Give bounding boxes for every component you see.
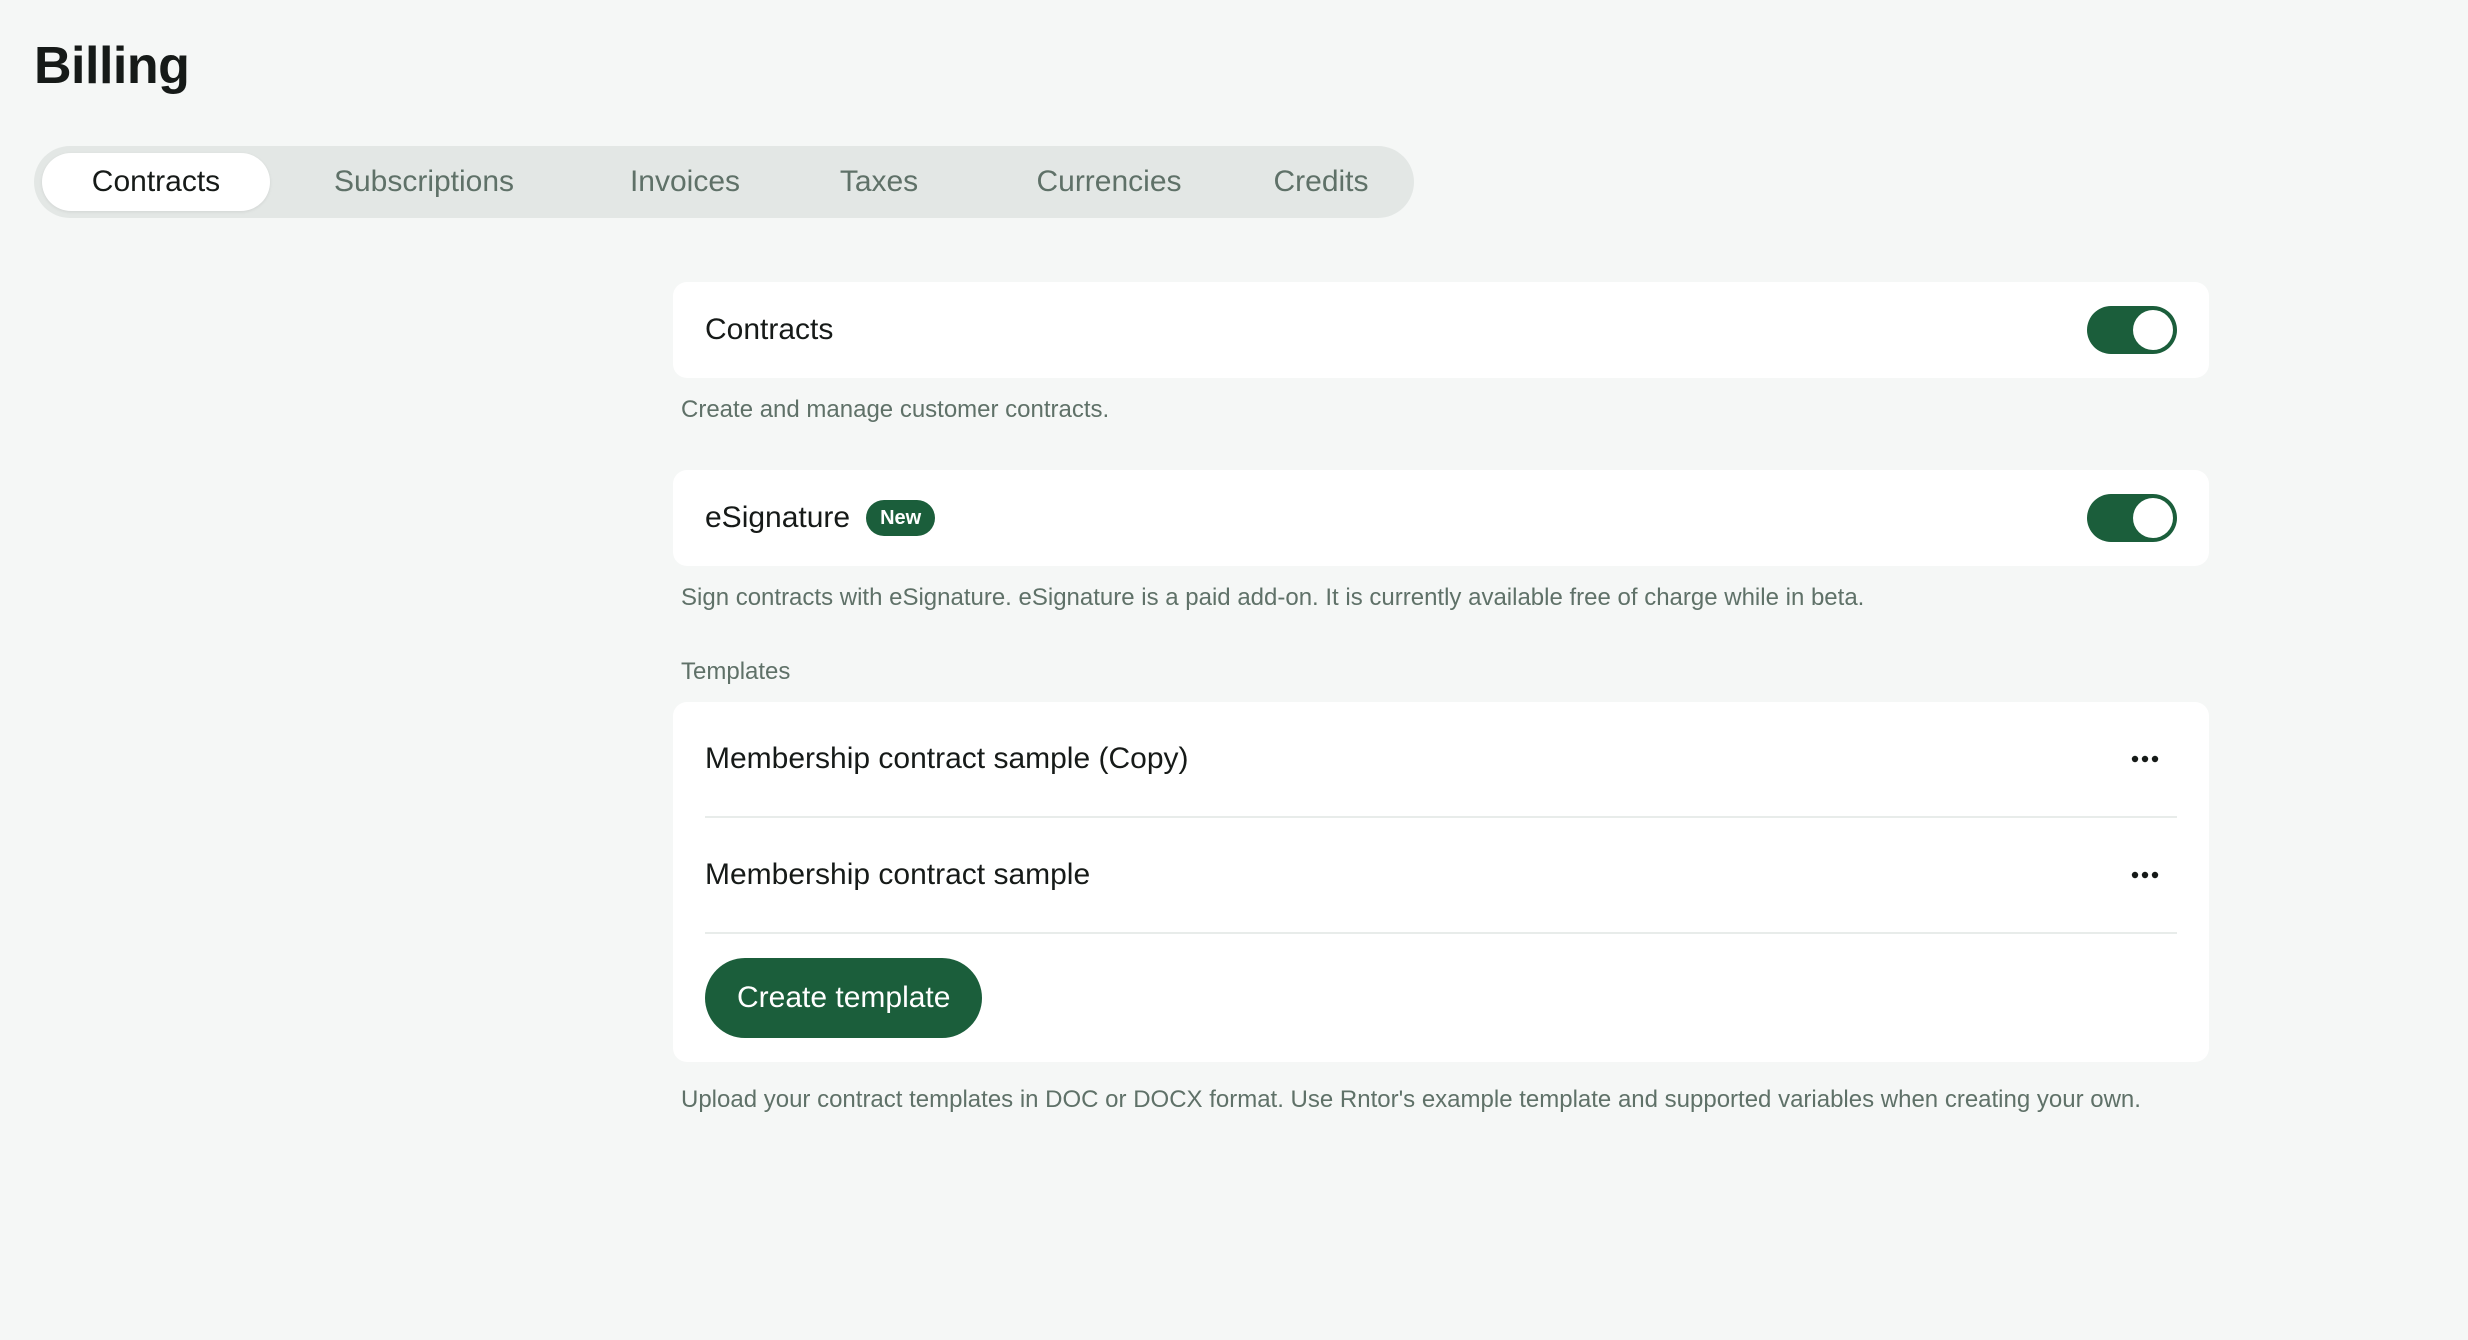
contracts-description: Create and manage customer contracts. xyxy=(681,396,1110,423)
more-horizontal-icon xyxy=(2131,871,2159,879)
toggle-knob xyxy=(2133,310,2173,350)
contracts-settings: Contracts Create and manage customer con… xyxy=(673,282,2209,1116)
more-horizontal-icon xyxy=(2131,755,2159,763)
template-name: Membership contract sample xyxy=(705,858,1091,891)
esignature-description: Sign contracts with eSignature. eSignatu… xyxy=(681,584,1865,611)
tab-currencies[interactable]: Currencies xyxy=(1000,153,1218,211)
new-badge: New xyxy=(866,500,936,536)
template-name: Membership contract sample (Copy) xyxy=(705,742,1189,775)
template-row: Membership contract sample xyxy=(705,818,2177,934)
template-row: Membership contract sample (Copy) xyxy=(705,702,2177,818)
page-title: Billing xyxy=(34,37,190,95)
billing-tabs: Contracts Subscriptions Invoices Taxes C… xyxy=(34,146,1414,218)
create-template-button[interactable]: Create template xyxy=(705,958,983,1038)
template-menu-button[interactable] xyxy=(2125,739,2165,779)
toggle-knob xyxy=(2133,498,2173,538)
create-template-row: Create template xyxy=(705,934,2177,1062)
templates-card: Membership contract sample (Copy) Member… xyxy=(673,702,2209,1062)
tab-credits[interactable]: Credits xyxy=(1256,153,1386,211)
tab-subscriptions[interactable]: Subscriptions xyxy=(302,153,546,211)
contracts-setting-label: Contracts xyxy=(705,313,834,346)
templates-description: Upload your contract templates in DOC or… xyxy=(681,1086,2141,1113)
esignature-setting-card: eSignature New xyxy=(673,470,2209,566)
tab-taxes[interactable]: Taxes xyxy=(812,153,946,211)
contracts-toggle[interactable] xyxy=(2087,306,2177,354)
template-menu-button[interactable] xyxy=(2125,855,2165,895)
tab-invoices[interactable]: Invoices xyxy=(604,153,766,211)
templates-section-label: Templates xyxy=(681,658,791,685)
esignature-toggle[interactable] xyxy=(2087,494,2177,542)
contracts-setting-card: Contracts xyxy=(673,282,2209,378)
esignature-setting-label: eSignature xyxy=(705,501,851,534)
tab-contracts[interactable]: Contracts xyxy=(42,153,270,211)
